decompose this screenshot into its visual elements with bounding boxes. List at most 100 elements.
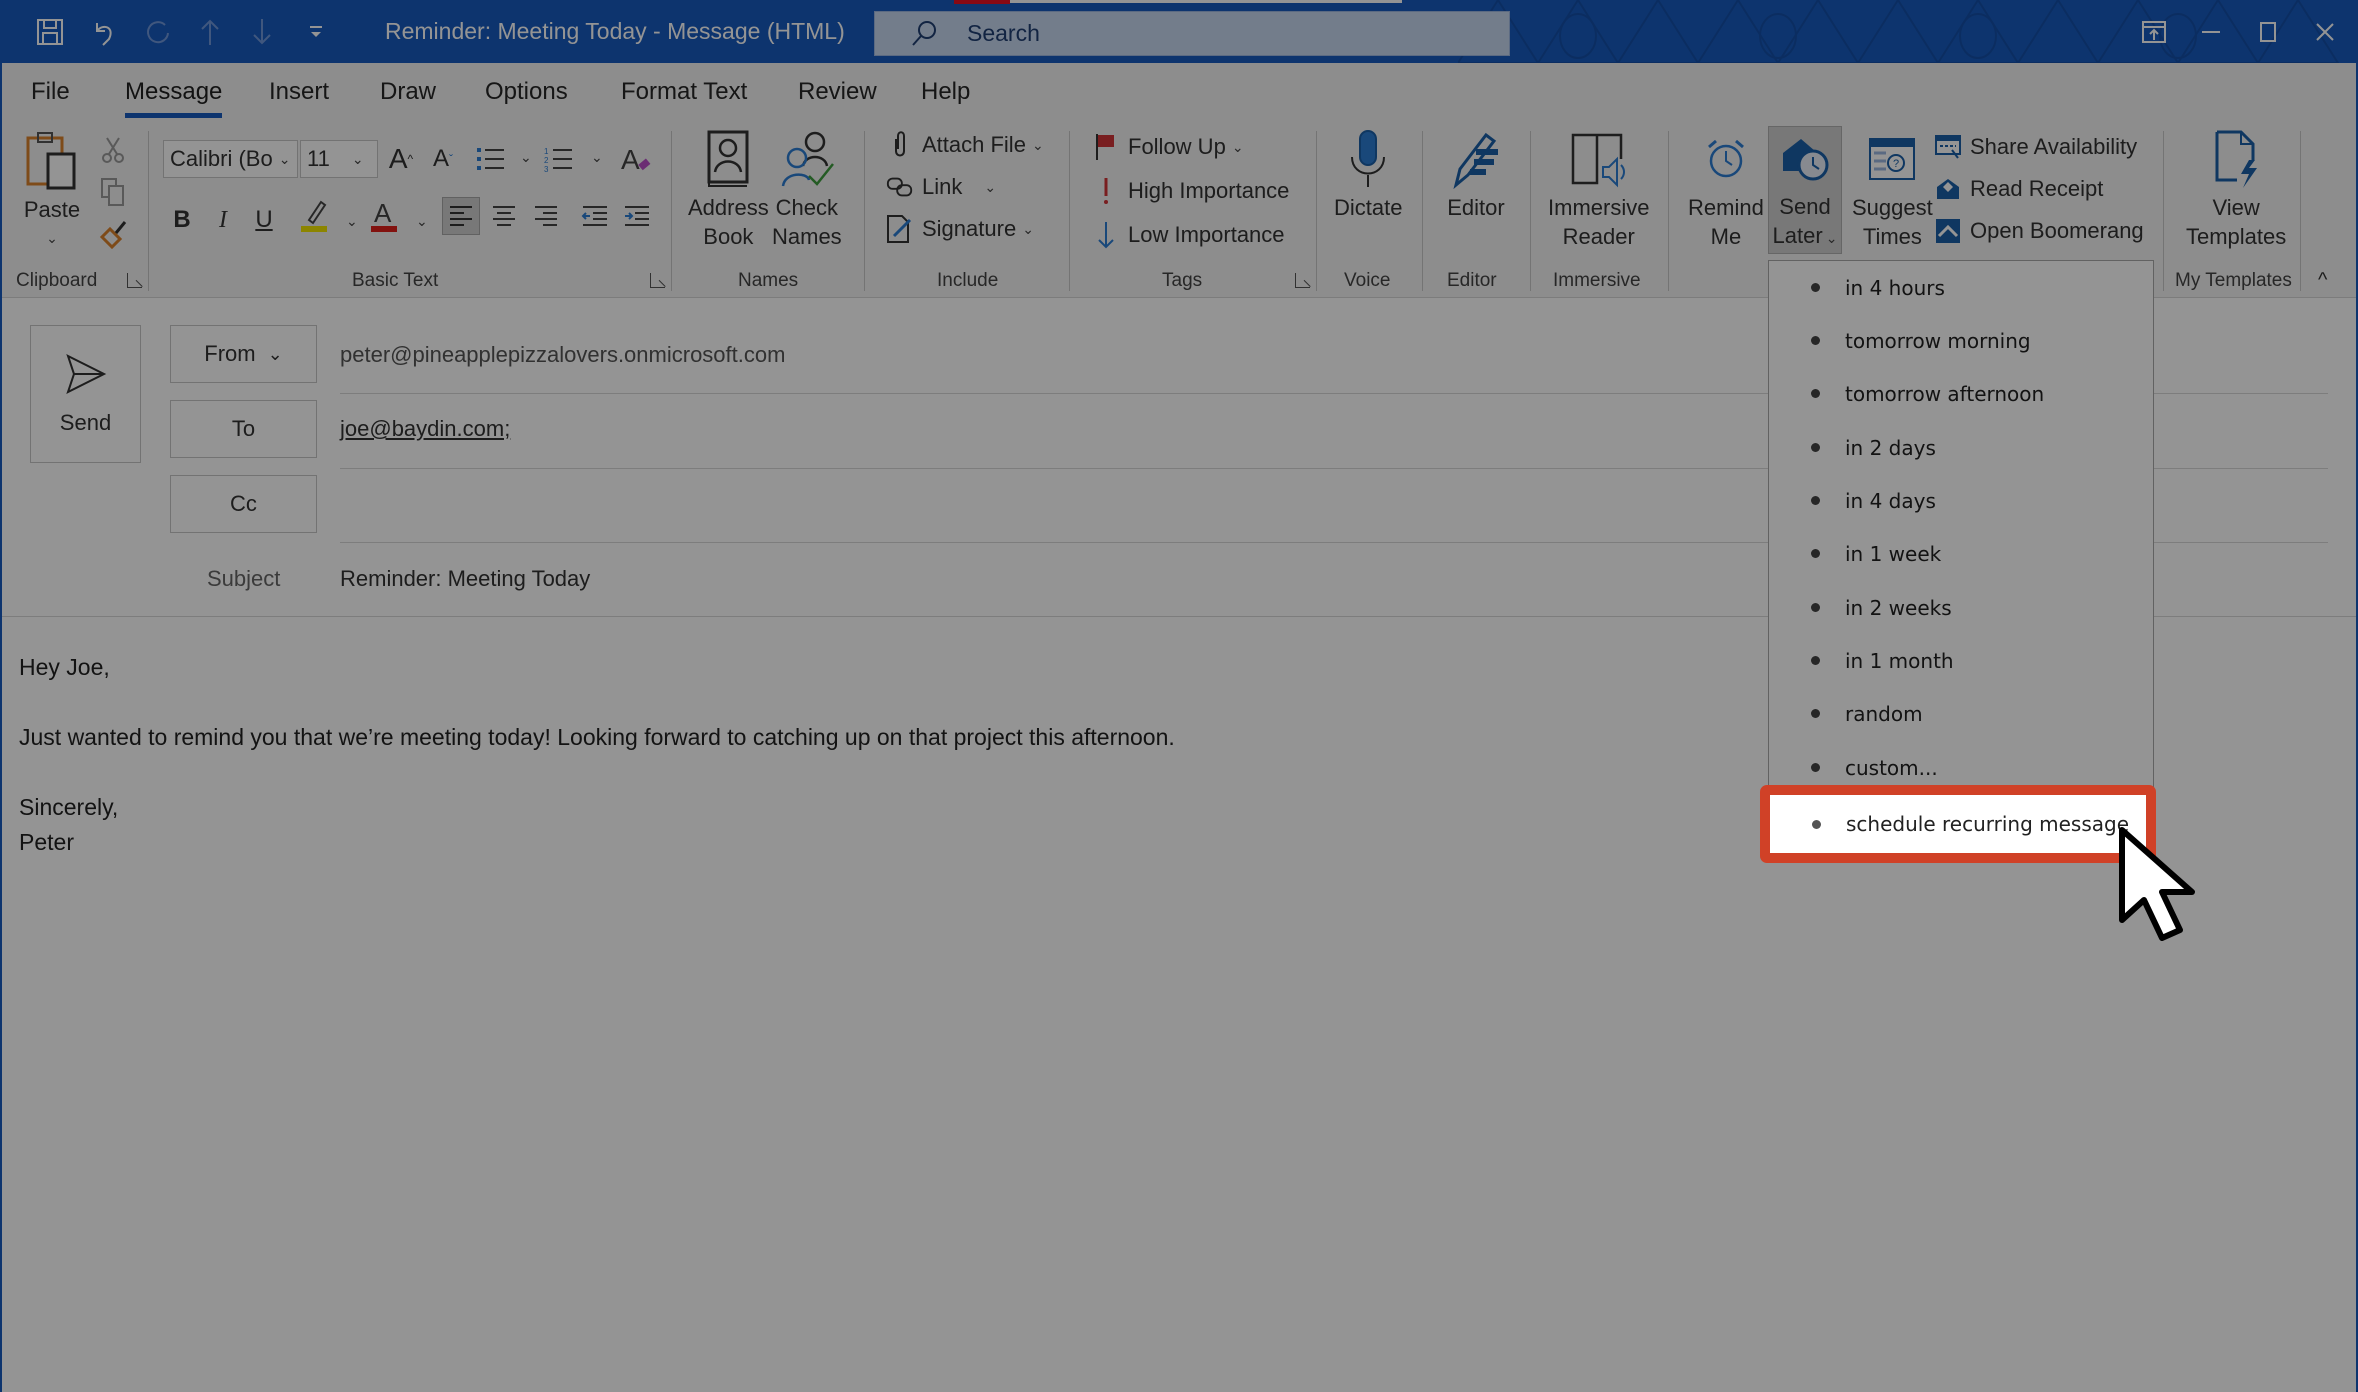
search-input[interactable]: Search (874, 11, 1510, 56)
send-button[interactable]: Send (30, 325, 141, 463)
from-value[interactable]: peter@pineapplepizzalovers.onmicrosoft.c… (340, 342, 785, 368)
immersive-reader-button[interactable]: Immersive Reader (1548, 129, 1649, 251)
read-receipt-label: Read Receipt (1970, 176, 2104, 201)
paste-button[interactable]: Paste ⌄ (22, 131, 82, 253)
address-book-label-2: Book (703, 224, 754, 249)
chevron-down-icon[interactable]: ⌄ (520, 149, 532, 166)
signature-button[interactable]: Signature ⌄ (886, 215, 1034, 243)
format-painter-icon[interactable] (94, 215, 132, 253)
send-later-button[interactable]: Send Later ⌄ (1768, 126, 1842, 254)
alarm-clock-icon (1696, 129, 1756, 189)
to-button[interactable]: To (170, 400, 317, 458)
increase-indent-icon[interactable] (618, 197, 656, 235)
save-icon[interactable] (32, 14, 68, 50)
redo-icon[interactable] (140, 14, 176, 50)
tab-message[interactable]: Message (125, 78, 223, 118)
close-icon[interactable] (2307, 14, 2343, 50)
bullets-icon[interactable] (472, 140, 510, 178)
read-receipt-button[interactable]: Read Receipt (1934, 175, 2103, 203)
tab-insert[interactable]: Insert (269, 78, 329, 106)
check-names-label-2: Names (772, 224, 842, 249)
high-importance-button[interactable]: High Importance (1092, 177, 1289, 205)
highlight-icon[interactable] (296, 197, 334, 235)
bold-button[interactable]: B (163, 201, 201, 239)
view-templates-label-1: View (2212, 195, 2260, 220)
font-name-combo[interactable]: Calibri (Bo ⌄ (163, 140, 298, 178)
align-center-button[interactable] (485, 197, 523, 235)
subject-input[interactable]: Reminder: Meeting Today (340, 566, 590, 592)
chevron-down-icon[interactable]: ⌄ (346, 213, 358, 230)
group-separator (1316, 131, 1317, 291)
bullet-icon (1811, 443, 1820, 452)
menu-item[interactable]: tomorrow morning (1769, 314, 2153, 367)
tags-launcher-icon[interactable] (1295, 273, 1310, 288)
underline-button[interactable]: U (245, 201, 283, 239)
tab-file[interactable]: File (31, 78, 70, 106)
font-color-icon[interactable]: A (366, 197, 404, 235)
check-names-button[interactable]: Check Names (772, 129, 842, 251)
cc-input[interactable] (340, 491, 1740, 521)
schedule-recurring-message-item[interactable]: schedule recurring message (1760, 785, 2156, 863)
signature-icon (886, 215, 914, 243)
message-body[interactable]: Hey Joe, Just wanted to remind you that … (19, 650, 1175, 860)
italic-button[interactable]: I (204, 201, 242, 239)
share-availability-button[interactable]: Share Availability (1934, 133, 2137, 161)
link-button[interactable]: Link ⌄ (886, 173, 996, 201)
menu-item[interactable]: in 1 month (1769, 634, 2153, 687)
view-templates-button[interactable]: View Templates (2186, 129, 2286, 251)
menu-item[interactable]: in 2 weeks (1769, 581, 2153, 634)
chevron-down-icon[interactable]: ⌄ (591, 149, 603, 166)
tab-format-text[interactable]: Format Text (621, 78, 747, 106)
dictate-label: Dictate (1334, 195, 1403, 220)
decrease-indent-icon[interactable] (576, 197, 614, 235)
tab-help[interactable]: Help (921, 78, 970, 106)
tab-review[interactable]: Review (798, 78, 877, 106)
customize-icon[interactable] (298, 14, 334, 50)
tab-draw[interactable]: Draw (380, 78, 436, 106)
menu-item[interactable]: in 1 week (1769, 527, 2153, 580)
basic-text-launcher-icon[interactable] (650, 273, 665, 288)
down-icon[interactable] (244, 14, 280, 50)
menu-item[interactable]: in 4 days (1769, 474, 2153, 527)
low-importance-button[interactable]: Low Importance (1092, 221, 1285, 249)
menu-item[interactable]: in 2 days (1769, 421, 2153, 474)
address-book-button[interactable]: Address Book (688, 129, 769, 251)
menu-item[interactable]: in 4 hours (1769, 261, 2153, 314)
collapse-ribbon-icon[interactable]: ^ (2318, 269, 2327, 292)
suggest-times-button[interactable]: ? Suggest Times (1852, 129, 1933, 251)
follow-up-button[interactable]: Follow Up ⌄ (1092, 133, 1244, 161)
cc-button[interactable]: Cc (170, 475, 317, 533)
check-names-icon (777, 129, 837, 189)
high-importance-label: High Importance (1128, 178, 1290, 203)
link-icon (886, 173, 914, 201)
coauthor-icon[interactable] (2136, 14, 2172, 50)
cut-icon[interactable] (94, 131, 132, 169)
to-recipient[interactable]: joe@baydin.com; (340, 416, 510, 442)
align-left-button[interactable] (442, 197, 480, 235)
minimize-icon[interactable] (2193, 14, 2229, 50)
from-button[interactable]: From ⌄ (170, 325, 317, 383)
group-label-clipboard: Clipboard (16, 270, 98, 291)
tab-options[interactable]: Options (485, 78, 568, 106)
remind-me-button[interactable]: Remind Me (1688, 129, 1764, 251)
up-icon[interactable] (192, 14, 228, 50)
align-right-button[interactable] (527, 197, 565, 235)
numbering-icon[interactable]: 123 (540, 140, 578, 178)
shrink-font-icon[interactable]: Aˇ (424, 140, 462, 178)
editor-button[interactable]: Editor (1446, 129, 1506, 222)
dictate-button[interactable]: Dictate (1334, 129, 1402, 222)
font-size-combo[interactable]: 11 ⌄ (300, 140, 378, 178)
undo-icon[interactable] (86, 14, 122, 50)
menu-item[interactable]: tomorrow afternoon (1769, 367, 2153, 420)
group-label-include: Include (937, 270, 999, 291)
chevron-down-icon[interactable]: ⌄ (416, 213, 428, 230)
copy-icon[interactable] (94, 173, 132, 211)
clear-formatting-icon[interactable]: A (618, 140, 656, 178)
clipboard-launcher-icon[interactable] (127, 273, 142, 288)
maximize-icon[interactable] (2250, 14, 2286, 50)
bullet-icon (1811, 389, 1820, 398)
attach-file-button[interactable]: Attach File ⌄ (886, 131, 1044, 159)
menu-item[interactable]: random (1769, 687, 2153, 740)
grow-font-icon[interactable]: A ^ (382, 140, 420, 178)
open-boomerang-button[interactable]: Open Boomerang (1934, 217, 2144, 245)
